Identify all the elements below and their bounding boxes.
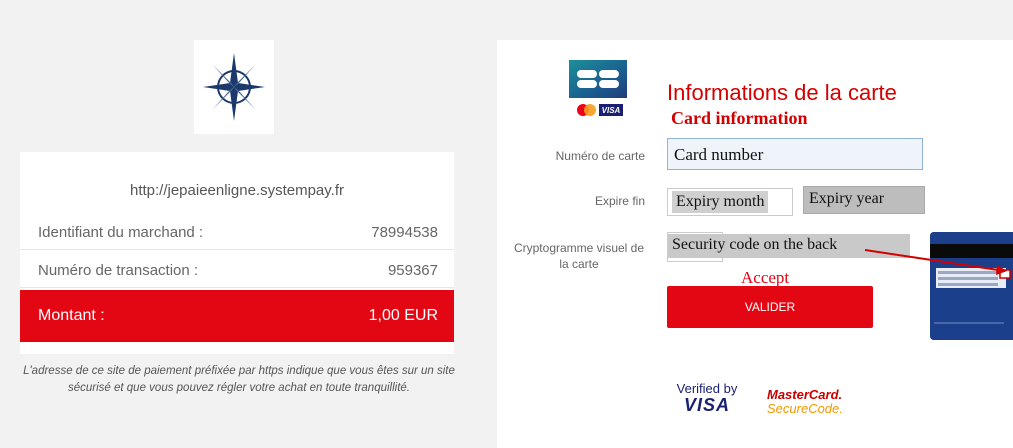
expiry-month-annotation: Expiry month xyxy=(672,191,769,213)
merchant-id-label: Identifiant du marchand : xyxy=(38,224,204,241)
accept-annotation: Accept xyxy=(741,268,790,287)
mastercard-securecode-logo: MasterCard. SecureCode. xyxy=(767,388,843,416)
securecode-text: SecureCode. xyxy=(767,401,843,416)
card-number-input[interactable]: Card number xyxy=(667,138,923,170)
amount-row: Montant : 1,00 EUR xyxy=(20,290,454,342)
expiry-year-annotation: Expiry year xyxy=(809,190,885,207)
validate-button[interactable]: VALIDER xyxy=(667,286,873,328)
payment-panel: VISA Informations de la carte Card infor… xyxy=(497,40,1013,448)
card-back-icon xyxy=(930,232,1013,340)
amount-value: 1,00 EUR xyxy=(368,307,438,324)
merchant-logo xyxy=(194,40,274,134)
transaction-row: Numéro de transaction : 959367 xyxy=(20,252,454,288)
verified-by-visa-logo: Verified by VISA xyxy=(675,381,739,415)
card-number-label: Numéro de carte xyxy=(555,149,645,163)
transaction-value: 959367 xyxy=(387,262,438,279)
amount-label: Montant : xyxy=(38,307,105,324)
card-info-title: Informations de la carte xyxy=(667,80,897,105)
card-info-title-annotation: Card information xyxy=(671,108,808,128)
cvv-annotation: Security code on the back xyxy=(672,236,838,253)
expiry-month-select[interactable]: Expiry month xyxy=(667,188,793,216)
cb-card-logo-icon: VISA xyxy=(569,60,627,120)
compass-rose-icon xyxy=(203,53,265,121)
expiry-year-select[interactable]: Expiry year xyxy=(803,186,925,214)
card-back-illustration xyxy=(930,232,1013,340)
verified-by-text: Verified by xyxy=(676,381,738,396)
expiry-label: Expire fin xyxy=(594,194,645,208)
cvv-annotation-box: Security code on the back xyxy=(668,234,910,258)
merchant-info-card: http://jepaieenligne.systempay.fr Identi… xyxy=(20,152,454,354)
merchant-id-value: 78994538 xyxy=(371,224,438,241)
card-number-annotation: Card number xyxy=(674,145,764,164)
visa-badge-text: VISA xyxy=(602,106,621,115)
cvv-label: Cryptogramme visuel de la carte xyxy=(513,241,645,271)
merchant-url: http://jepaieenligne.systempay.fr xyxy=(129,182,344,199)
merchant-id-row: Identifiant du marchand : 78994538 xyxy=(20,214,454,250)
mastercard-text: MasterCard. xyxy=(767,387,843,402)
transaction-label: Numéro de transaction : xyxy=(38,262,199,279)
secure-site-note: L'adresse de ce site de paiement préfixé… xyxy=(23,365,455,394)
visa-logo-text: VISA xyxy=(683,395,730,415)
